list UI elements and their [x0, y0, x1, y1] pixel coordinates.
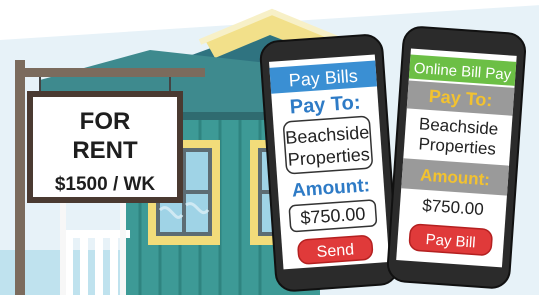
illustration-scene: FOR RENT $1500 / WK Pay Bills Pay To: Be…	[0, 0, 539, 295]
phone-left: Pay Bills Pay To: Beachside Properties A…	[259, 34, 399, 292]
for-rent-sign: FOR RENT $1500 / WK	[27, 91, 183, 203]
phone-right: Online Bill Pay Pay To: Beachside Proper…	[386, 26, 527, 289]
sign-line-rent: RENT	[72, 137, 138, 164]
pay-bill-button-label: Pay Bill	[425, 231, 476, 251]
sign-line-for: FOR	[80, 108, 131, 135]
sign-price: $1500 / WK	[55, 174, 156, 195]
send-button-label: Send	[316, 241, 354, 261]
